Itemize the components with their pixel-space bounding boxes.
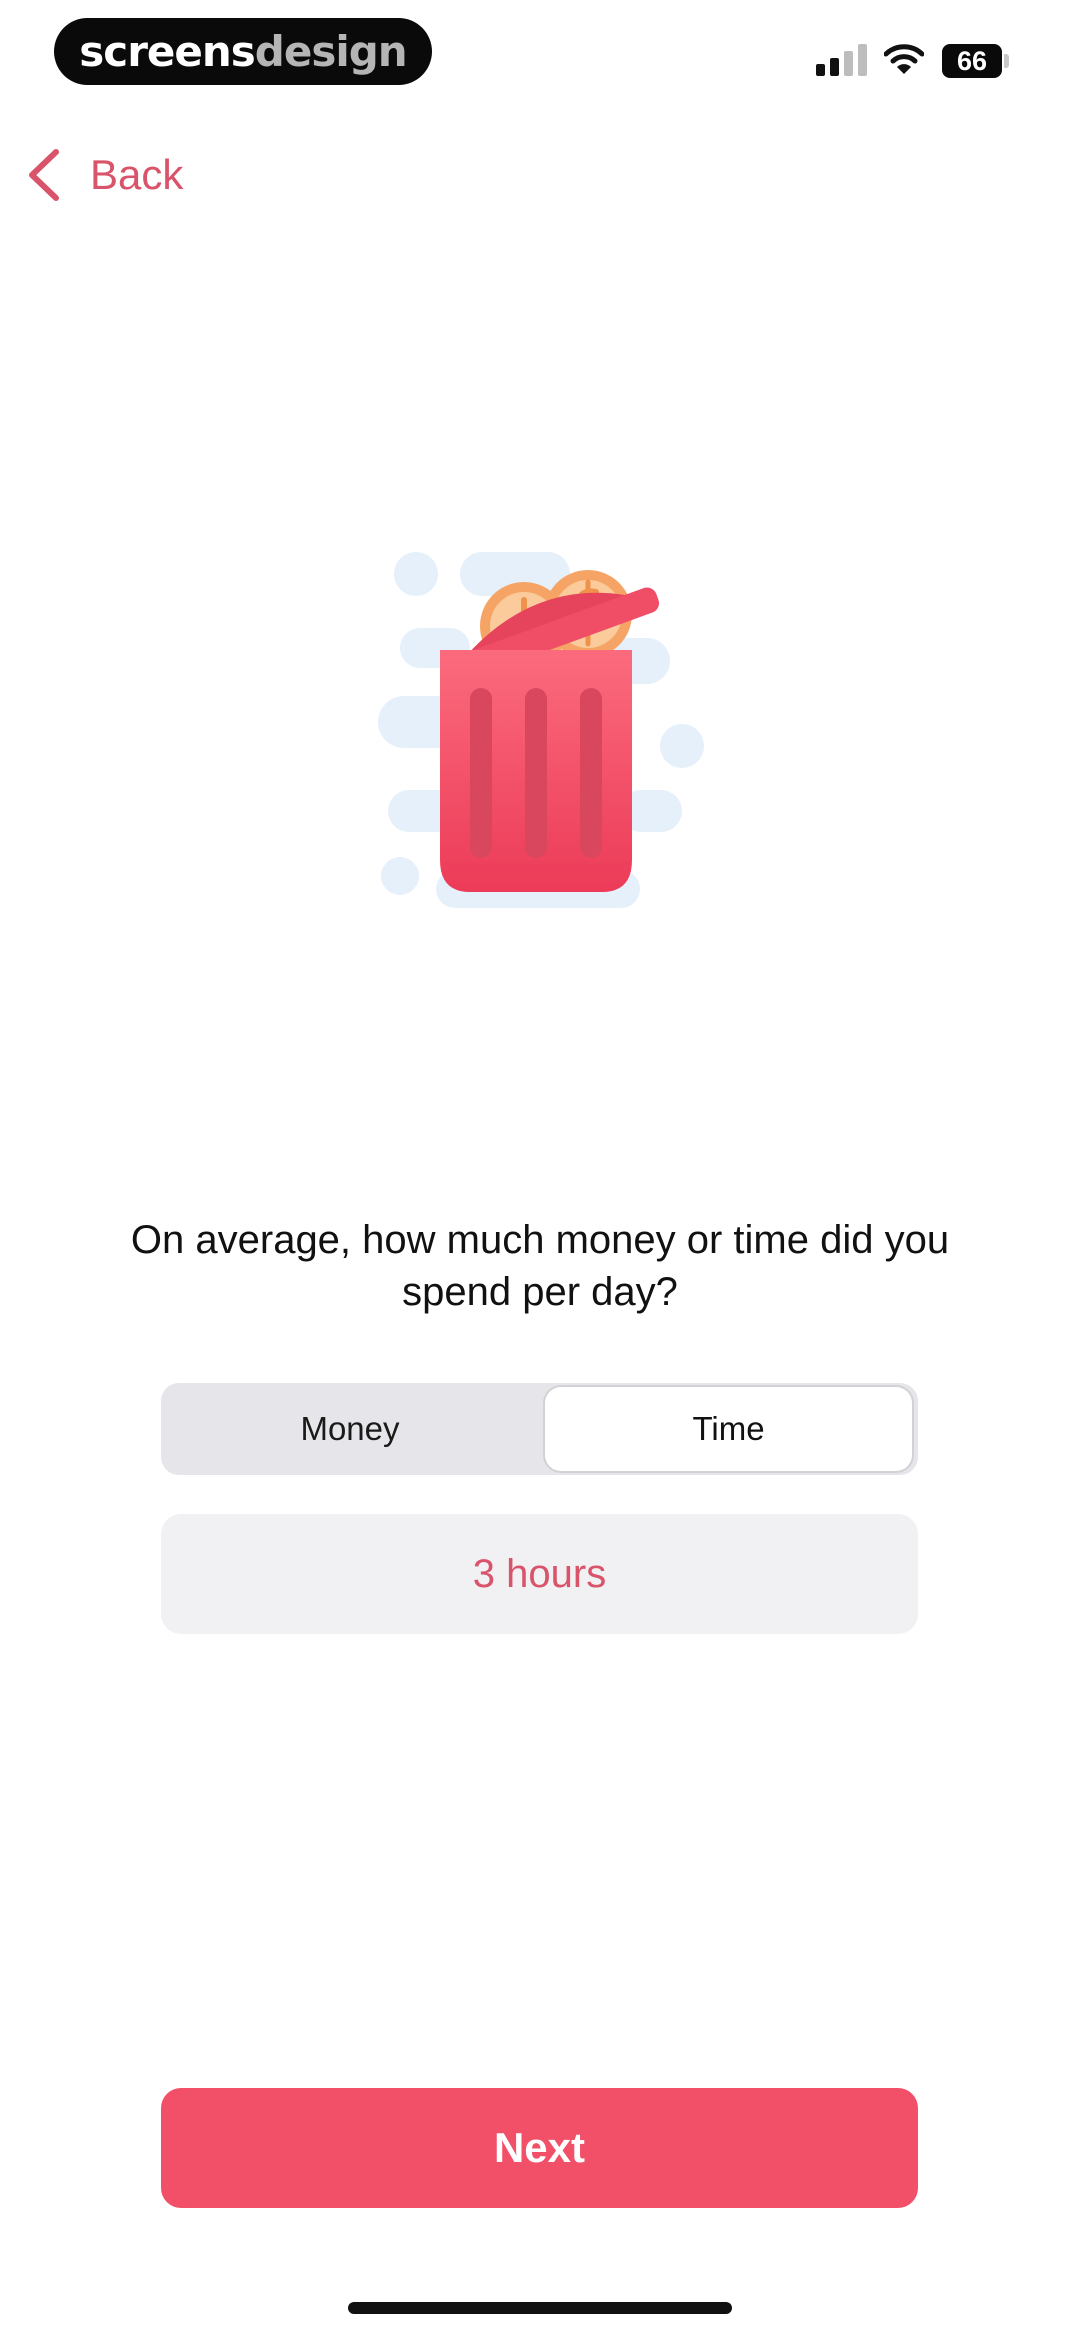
- next-button[interactable]: Next: [161, 2088, 918, 2208]
- brand-logo: screens design: [54, 18, 432, 85]
- brand-logo-part-1: screens: [79, 27, 255, 76]
- battery-icon: 66: [942, 44, 1002, 78]
- chevron-left-icon: [29, 149, 59, 201]
- segment-money[interactable]: Money: [161, 1383, 539, 1475]
- back-label: Back: [90, 151, 184, 198]
- signal-icon: [816, 44, 867, 76]
- battery-cap: [1004, 54, 1009, 68]
- home-indicator[interactable]: [348, 2302, 732, 2314]
- amount-picker-field[interactable]: 3 hours: [161, 1514, 918, 1634]
- segment-time-selected[interactable]: Time: [545, 1387, 912, 1471]
- next-button-label: Next: [493, 2124, 586, 2171]
- battery-level: 66: [956, 45, 988, 76]
- segment-money-label: Money: [300, 1410, 400, 1447]
- amount-value: 3 hours: [472, 1551, 607, 1596]
- back-button[interactable]: Back: [26, 140, 183, 210]
- brand-logo-part-2: design: [254, 27, 408, 76]
- segment-time-label: Time: [692, 1410, 765, 1447]
- wifi-icon: [884, 44, 924, 74]
- trash-can-with-coins-icon: [378, 552, 704, 908]
- question-text: On average, how much money or time did y…: [130, 1218, 950, 1314]
- money-time-segmented-control: Money Time: [161, 1383, 918, 1475]
